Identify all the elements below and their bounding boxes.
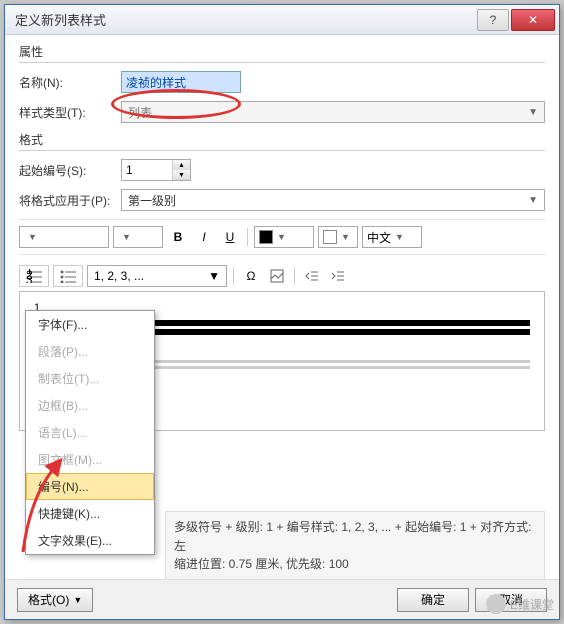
spin-down-icon[interactable]: ▼ xyxy=(173,170,190,180)
dialog-title: 定义新列表样式 xyxy=(15,10,475,29)
apply-to-select[interactable]: 第一级别 ▼ xyxy=(121,189,545,211)
dialog-footer: 格式(O)▼ 确定 取消 xyxy=(5,579,559,619)
bold-button[interactable]: B xyxy=(167,226,189,248)
dialog-content: 属性 名称(N): 样式类型(T): 列表 ▼ 格式 起始编号(S): ▲ ▼ xyxy=(5,35,559,585)
style-type-select: 列表 ▼ xyxy=(121,101,545,123)
start-at-label: 起始编号(S): xyxy=(19,162,121,179)
underline-button[interactable]: U xyxy=(219,226,241,248)
list-toolbar: 123 1, 2, 3, ...▼ Ω xyxy=(19,261,545,291)
spin-up-icon[interactable]: ▲ xyxy=(173,160,190,170)
menu-tabs: 制表位(T)... xyxy=(26,365,154,392)
style-description: 多级符号 + 级别: 1 + 编号样式: 1, 2, 3, ... + 起始编号… xyxy=(165,511,545,581)
titlebar: 定义新列表样式 ? ✕ xyxy=(5,5,559,35)
menu-numbering[interactable]: 编号(N)... xyxy=(26,473,154,500)
font-family-select[interactable]: ▼ xyxy=(19,226,109,248)
menu-paragraph: 段落(P)... xyxy=(26,338,154,365)
name-label: 名称(N): xyxy=(19,74,121,91)
menu-border: 边框(B)... xyxy=(26,392,154,419)
lang-select[interactable]: 中文▼ xyxy=(362,226,422,248)
format-dropdown-menu: 字体(F)... 段落(P)... 制表位(T)... 边框(B)... 语言(… xyxy=(25,310,155,555)
style-type-label: 样式类型(T): xyxy=(19,104,121,121)
menu-frame: 图文框(M)... xyxy=(26,446,154,473)
font-size-select[interactable]: ▼ xyxy=(113,226,163,248)
start-at-spinner[interactable]: ▲ ▼ xyxy=(121,159,191,181)
highlight-select[interactable]: ▼ xyxy=(318,226,358,248)
menu-shortcut[interactable]: 快捷键(K)... xyxy=(26,500,154,527)
picture-button[interactable] xyxy=(266,265,288,287)
ok-button[interactable]: 确定 xyxy=(397,588,469,612)
chevron-down-icon: ▼ xyxy=(528,195,538,206)
numbered-list-button[interactable]: 123 xyxy=(19,265,49,287)
apply-to-label: 将格式应用于(P): xyxy=(19,192,121,209)
number-format-select[interactable]: 1, 2, 3, ...▼ xyxy=(87,265,227,287)
group-format: 格式 xyxy=(19,131,545,151)
start-at-input[interactable] xyxy=(122,160,172,180)
menu-text-effect[interactable]: 文字效果(E)... xyxy=(26,527,154,554)
menu-font[interactable]: 字体(F)... xyxy=(26,311,154,338)
increase-indent-button[interactable] xyxy=(327,265,349,287)
chevron-down-icon: ▼ xyxy=(528,107,538,118)
format-button[interactable]: 格式(O)▼ xyxy=(17,588,93,612)
menu-language: 语言(L)... xyxy=(26,419,154,446)
italic-button[interactable]: I xyxy=(193,226,215,248)
watermark: E维课堂 xyxy=(486,594,554,614)
name-input[interactable] xyxy=(121,71,241,93)
symbol-button[interactable]: Ω xyxy=(240,265,262,287)
group-properties: 属性 xyxy=(19,43,545,63)
font-toolbar: ▼ ▼ B I U ▼ ▼ 中文▼ xyxy=(19,219,545,255)
font-color-select[interactable]: ▼ xyxy=(254,226,314,248)
decrease-indent-button[interactable] xyxy=(301,265,323,287)
close-button[interactable]: ✕ xyxy=(511,9,555,31)
define-list-style-dialog: 定义新列表样式 ? ✕ 属性 名称(N): 样式类型(T): 列表 ▼ 格式 起… xyxy=(4,4,560,620)
bullet-list-button[interactable] xyxy=(53,265,83,287)
help-button[interactable]: ? xyxy=(477,9,509,31)
